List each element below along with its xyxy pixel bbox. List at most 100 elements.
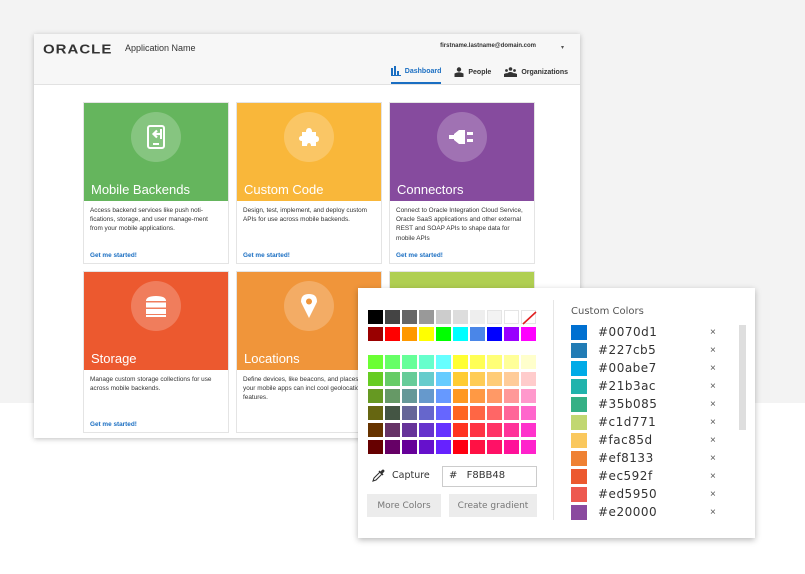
color-swatch[interactable]: [504, 310, 519, 324]
color-swatch[interactable]: [487, 440, 502, 454]
nav-tab-dashboard[interactable]: Dashboard: [390, 66, 442, 84]
custom-color-item[interactable]: #ed5950 ×: [571, 485, 716, 503]
color-swatch[interactable]: [453, 327, 468, 341]
color-swatch[interactable]: [385, 406, 400, 420]
color-swatch[interactable]: [453, 423, 468, 437]
color-swatch[interactable]: [453, 389, 468, 403]
color-swatch[interactable]: [521, 440, 536, 454]
close-icon[interactable]: ×: [710, 345, 716, 356]
custom-color-swatch[interactable]: [571, 360, 587, 376]
color-swatch[interactable]: [521, 372, 536, 386]
color-swatch[interactable]: [487, 327, 502, 341]
color-swatch[interactable]: [402, 440, 417, 454]
custom-color-item[interactable]: #227cb5 ×: [571, 341, 716, 359]
color-swatch[interactable]: [453, 310, 468, 324]
close-icon[interactable]: ×: [710, 327, 716, 338]
get-started-link[interactable]: Get me started!: [90, 421, 137, 428]
color-swatch[interactable]: [470, 355, 485, 369]
close-icon[interactable]: ×: [710, 381, 716, 392]
custom-color-swatch[interactable]: [571, 342, 587, 358]
close-icon[interactable]: ×: [710, 489, 716, 500]
color-swatch[interactable]: [368, 327, 383, 341]
color-swatch[interactable]: [453, 355, 468, 369]
color-swatch[interactable]: [504, 440, 519, 454]
color-swatch[interactable]: [436, 310, 451, 324]
color-swatch[interactable]: [504, 355, 519, 369]
color-swatch[interactable]: [368, 372, 383, 386]
custom-color-item[interactable]: #e20000 ×: [571, 503, 716, 521]
color-swatch[interactable]: [385, 372, 400, 386]
card-storage[interactable]: Storage Manage custom storage collection…: [83, 271, 229, 433]
card-connectors[interactable]: Connectors Connect to Oracle Integration…: [389, 102, 535, 264]
color-swatch[interactable]: [368, 355, 383, 369]
custom-color-item[interactable]: #35b085 ×: [571, 395, 716, 413]
color-swatch[interactable]: [419, 327, 434, 341]
card-mobile-backends[interactable]: Mobile Backends Access backend services …: [83, 102, 229, 264]
color-swatch[interactable]: [385, 423, 400, 437]
close-icon[interactable]: ×: [710, 435, 716, 446]
color-swatch[interactable]: [487, 406, 502, 420]
color-swatch[interactable]: [419, 389, 434, 403]
custom-colors-scrollbar[interactable]: [739, 325, 746, 430]
custom-color-item[interactable]: #00abe7 ×: [571, 359, 716, 377]
color-swatch[interactable]: [504, 406, 519, 420]
color-swatch[interactable]: [470, 389, 485, 403]
user-menu[interactable]: firstname.lastname@domain.com: [440, 43, 536, 49]
color-swatch[interactable]: [402, 310, 417, 324]
custom-color-swatch[interactable]: [571, 486, 587, 502]
color-swatch[interactable]: [402, 406, 417, 420]
get-started-link[interactable]: Get me started!: [396, 252, 443, 259]
custom-color-swatch[interactable]: [571, 468, 587, 484]
color-swatch[interactable]: [402, 372, 417, 386]
color-swatch[interactable]: [504, 327, 519, 341]
custom-color-swatch[interactable]: [571, 324, 587, 340]
color-swatch[interactable]: [385, 440, 400, 454]
color-swatch[interactable]: [470, 327, 485, 341]
custom-color-swatch[interactable]: [571, 450, 587, 466]
color-swatch[interactable]: [385, 310, 400, 324]
nav-tab-people[interactable]: People: [454, 66, 491, 84]
custom-color-swatch[interactable]: [571, 432, 587, 448]
custom-color-item[interactable]: #ef8133 ×: [571, 449, 716, 467]
color-swatch[interactable]: [402, 389, 417, 403]
color-swatch[interactable]: [470, 406, 485, 420]
color-swatch[interactable]: [385, 355, 400, 369]
card-custom-code[interactable]: Custom Code Design, test, implement, and…: [236, 102, 382, 264]
color-swatch[interactable]: [368, 423, 383, 437]
color-swatch[interactable]: [504, 372, 519, 386]
color-swatch[interactable]: [436, 372, 451, 386]
color-swatch[interactable]: [504, 423, 519, 437]
custom-color-swatch[interactable]: [571, 414, 587, 430]
color-swatch[interactable]: [453, 440, 468, 454]
color-swatch[interactable]: [436, 355, 451, 369]
color-swatch[interactable]: [453, 372, 468, 386]
color-swatch[interactable]: [436, 389, 451, 403]
hex-color-input[interactable]: # F8BB48: [442, 466, 537, 487]
color-swatch[interactable]: [487, 389, 502, 403]
color-swatch[interactable]: [419, 372, 434, 386]
chevron-down-icon[interactable]: ▾: [561, 44, 564, 51]
color-swatch[interactable]: [487, 310, 502, 324]
custom-color-swatch[interactable]: [571, 504, 587, 520]
color-swatch[interactable]: [504, 389, 519, 403]
color-swatch[interactable]: [385, 389, 400, 403]
color-swatch[interactable]: [436, 327, 451, 341]
custom-color-item[interactable]: #c1d771 ×: [571, 413, 716, 431]
color-swatch[interactable]: [368, 406, 383, 420]
close-icon[interactable]: ×: [710, 417, 716, 428]
color-swatch[interactable]: [487, 355, 502, 369]
color-swatch[interactable]: [453, 406, 468, 420]
custom-color-item[interactable]: #ec592f ×: [571, 467, 716, 485]
color-swatch[interactable]: [521, 389, 536, 403]
more-colors-button[interactable]: More Colors: [367, 494, 441, 517]
custom-color-item[interactable]: #fac85d ×: [571, 431, 716, 449]
color-swatch[interactable]: [402, 423, 417, 437]
color-swatch[interactable]: [470, 310, 485, 324]
color-swatch[interactable]: [487, 372, 502, 386]
capture-button[interactable]: Capture: [372, 468, 430, 482]
custom-color-item[interactable]: #0070d1 ×: [571, 323, 716, 341]
color-swatch[interactable]: [419, 310, 434, 324]
get-started-link[interactable]: Get me started!: [90, 252, 137, 259]
color-swatch[interactable]: [368, 389, 383, 403]
color-swatch[interactable]: [521, 327, 536, 341]
